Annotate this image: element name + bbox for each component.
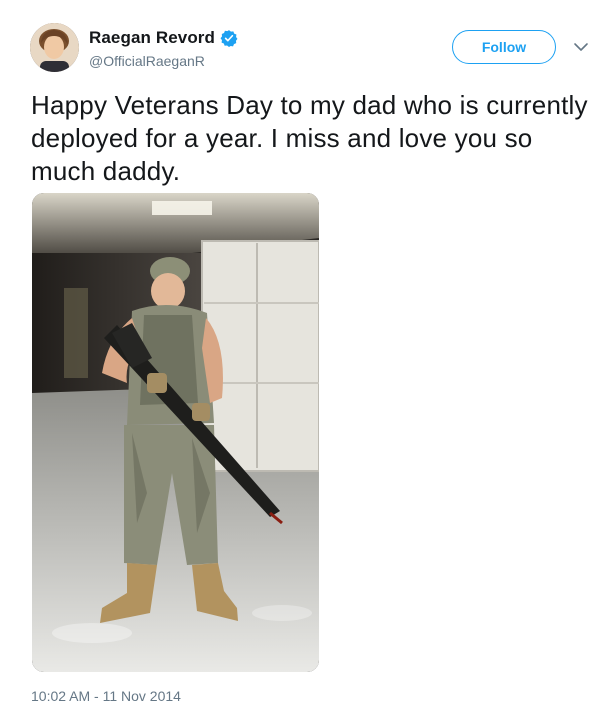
tweet-text: Happy Veterans Day to my dad who is curr… xyxy=(31,90,588,186)
avatar-image xyxy=(30,23,79,72)
tweet-card: Raegan Revord @OfficialRaeganR Follow Ha… xyxy=(0,0,609,712)
avatar[interactable] xyxy=(30,23,79,72)
tweet-photo[interactable] xyxy=(32,193,319,672)
verified-badge-icon xyxy=(220,29,238,47)
tweet-timestamp[interactable]: 10:02 AM - 11 Nov 2014 xyxy=(31,688,181,704)
display-name[interactable]: Raegan Revord xyxy=(89,28,215,48)
author-handle[interactable]: @OfficialRaeganR xyxy=(89,53,205,69)
author-name-row[interactable]: Raegan Revord xyxy=(89,27,238,49)
soldier-photo-image xyxy=(32,193,319,672)
chevron-down-icon[interactable] xyxy=(572,38,590,56)
follow-button[interactable]: Follow xyxy=(452,30,556,64)
